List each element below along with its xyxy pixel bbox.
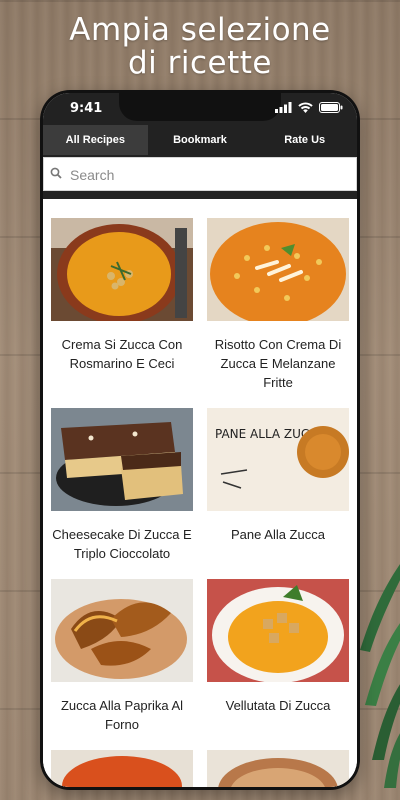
- search-bar: [43, 157, 357, 191]
- recipe-card[interactable]: Crema Si Zucca Con Rosmarino E Ceci: [51, 218, 193, 373]
- app-screen: 9:41 All Recipes Bookmark Rate Us Search…: [43, 93, 357, 787]
- recipe-photo[interactable]: [207, 750, 349, 787]
- recipe-card[interactable]: Zucca Alla Paprika Al Forno: [51, 579, 193, 734]
- recipe-card[interactable]: Risotto Con Crema Di Zucca E Melanzane F…: [207, 218, 349, 392]
- status-time: 9:41: [70, 101, 103, 116]
- recipe-title[interactable]: Zucca Alla Paprika Al Forno: [51, 696, 193, 734]
- pumpkin-cream-image: [207, 579, 349, 682]
- battery-icon: [319, 102, 343, 113]
- recipe-photo[interactable]: [207, 218, 349, 321]
- signal-icon: [275, 102, 292, 113]
- search-bar-container: [43, 155, 357, 199]
- phone-frame: 9:41 All Recipes Bookmark Rate Us Search…: [40, 90, 360, 790]
- promo-headline-line-2: di ricette: [127, 45, 272, 81]
- recipe-photo[interactable]: [51, 750, 193, 787]
- status-bar: 9:41: [43, 93, 357, 125]
- phone-notch: [119, 93, 281, 121]
- status-icons: [275, 102, 343, 113]
- recipe-photo[interactable]: [51, 579, 193, 682]
- recipe-photo[interactable]: PANE ALLA ZUCCA: [207, 408, 349, 511]
- paprika-pumpkin-image: [51, 579, 193, 682]
- recipe-photo[interactable]: [51, 408, 193, 511]
- recipe-card[interactable]: [51, 750, 193, 787]
- recipe-card[interactable]: Vellutata Di Zucca: [207, 579, 349, 715]
- search-input[interactable]: [68, 162, 322, 188]
- recipe-card[interactable]: PANE ALLA ZUCCA Pane Alla Zucca: [207, 408, 349, 544]
- recipe-title[interactable]: Pane Alla Zucca: [207, 525, 349, 544]
- cheesecake-image: [51, 408, 193, 511]
- tab-bookmark[interactable]: Bookmark: [148, 125, 253, 155]
- recipe-title[interactable]: Risotto Con Crema Di Zucca E Melanzane F…: [207, 335, 349, 392]
- tab-rate-us[interactable]: Rate Us: [252, 125, 357, 155]
- recipe-photo[interactable]: [51, 218, 193, 321]
- soup-partial-image: [51, 750, 193, 787]
- tart-partial-image: [207, 750, 349, 787]
- tab-bar: All Recipes Bookmark Rate Us: [43, 125, 357, 155]
- risotto-image: [207, 218, 349, 321]
- wifi-icon: [298, 102, 313, 113]
- recipe-card[interactable]: [207, 750, 349, 787]
- recipe-grid: Crema Si Zucca Con Rosmarino E Ceci Riso…: [43, 203, 357, 787]
- promo-headline-line-1: Ampia selezione: [69, 12, 331, 48]
- search-icon: [50, 167, 62, 179]
- recipe-title[interactable]: Crema Si Zucca Con Rosmarino E Ceci: [51, 335, 193, 373]
- promo-headline: Ampia selezione di ricette: [0, 14, 400, 80]
- recipe-card[interactable]: Cheesecake Di Zucca E Triplo Cioccolato: [51, 408, 193, 563]
- soup-bowl-image: [51, 218, 193, 321]
- recipe-title[interactable]: Vellutata Di Zucca: [207, 696, 349, 715]
- pumpkin-bread-image: PANE ALLA ZUCCA: [207, 408, 349, 511]
- recipe-title[interactable]: Cheesecake Di Zucca E Triplo Cioccolato: [51, 525, 193, 563]
- tab-all-recipes[interactable]: All Recipes: [43, 125, 148, 155]
- recipe-photo[interactable]: [207, 579, 349, 682]
